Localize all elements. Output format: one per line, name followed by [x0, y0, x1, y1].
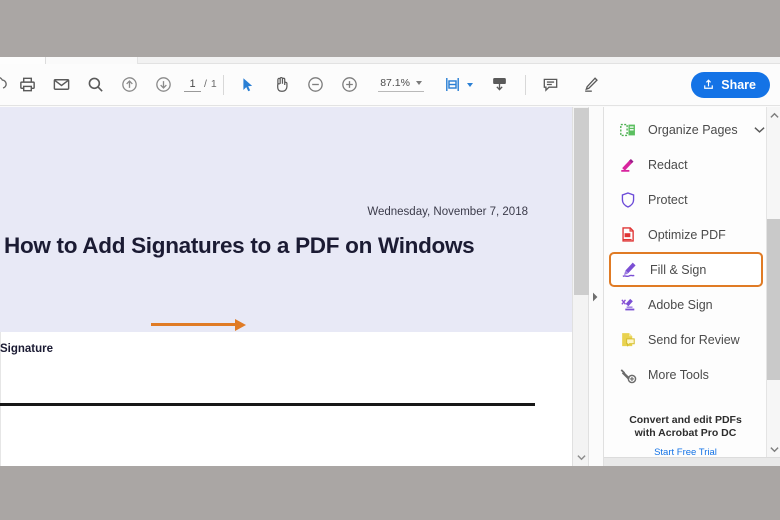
protect-shield-icon [618, 190, 637, 209]
zoom-in-icon[interactable] [332, 68, 366, 102]
scroll-down-arrow-icon[interactable] [767, 443, 780, 456]
sidebar-item-label: Optimize PDF [648, 227, 726, 242]
print-icon[interactable] [10, 68, 44, 102]
adobe-sign-icon [618, 295, 637, 314]
sidebar-item-label: Organize Pages [648, 122, 738, 137]
scrollbar-thumb[interactable] [574, 108, 589, 295]
tools-sidebar: Organize Pages Redact Protect Optimize P… [603, 107, 780, 466]
save-cloud-icon[interactable] [0, 68, 10, 102]
desktop-background-top [0, 0, 780, 57]
scroll-down-arrow-icon[interactable] [573, 450, 590, 464]
sidebar-item-adobe-sign[interactable]: Adobe Sign [604, 287, 767, 322]
fill-and-sign-icon [620, 260, 639, 279]
signature-line [0, 403, 535, 406]
promo-line-2: with Acrobat Pro DC [634, 427, 737, 439]
sidebar-vertical-scrollbar[interactable] [766, 107, 780, 466]
upsell-promo: Convert and edit PDFs with Acrobat Pro D… [604, 414, 767, 458]
annotation-arrow-shaft [151, 323, 237, 326]
share-button[interactable]: Share [691, 71, 770, 98]
comment-icon[interactable] [534, 68, 568, 102]
tab-inactive[interactable] [46, 57, 138, 64]
download-icon[interactable] [483, 68, 517, 102]
toolbar-divider-2 [524, 74, 526, 95]
email-icon[interactable] [44, 68, 78, 102]
organize-pages-icon [618, 120, 637, 139]
tab-active[interactable] [0, 57, 46, 64]
tab-strip [0, 57, 780, 64]
document-viewport[interactable]: Wednesday, November 7, 2018 How to Add S… [0, 107, 572, 466]
sidebar-item-organize-pages[interactable]: Organize Pages [604, 112, 767, 147]
hand-tool-icon[interactable] [264, 68, 298, 102]
page-current-value[interactable]: 1 [184, 78, 201, 92]
pdf-page: Wednesday, November 7, 2018 How to Add S… [0, 107, 572, 466]
page-number-field[interactable]: 1 / 1 [184, 78, 217, 92]
send-for-review-icon [618, 330, 637, 349]
promo-line-1: Convert and edit PDFs [629, 414, 742, 426]
signature-field-label: Signature [0, 343, 54, 355]
zoom-level-value[interactable]: 87.1% [380, 77, 410, 89]
sidebar-item-label: Redact [648, 157, 688, 172]
zoom-level-field[interactable]: 87.1% [378, 77, 424, 92]
search-icon[interactable] [78, 68, 112, 102]
sidebar-item-more-tools[interactable]: More Tools [604, 357, 767, 392]
document-title: How to Add Signatures to a PDF on Window… [4, 233, 475, 258]
chevron-down-icon[interactable] [754, 121, 765, 139]
fit-page-chevron-icon[interactable] [466, 82, 473, 87]
sidebar-item-label: Protect [648, 192, 688, 207]
more-tools-wrench-icon [618, 365, 637, 384]
chevron-down-icon[interactable] [415, 81, 422, 85]
sidebar-item-label: Fill & Sign [650, 262, 707, 277]
sidebar-footer-bar [604, 457, 780, 466]
screenshot-root: 1 / 1 87.1% Share Wednesday, November 7,… [0, 0, 780, 520]
sidebar-item-send-for-review[interactable]: Send for Review [604, 322, 767, 357]
document-vertical-scrollbar[interactable] [572, 107, 589, 466]
document-header-band [0, 107, 572, 332]
next-page-icon[interactable] [146, 68, 180, 102]
redact-icon [618, 155, 637, 174]
page-total-label: / 1 [204, 77, 218, 90]
sidebar-item-label: Send for Review [648, 332, 740, 347]
sidebar-item-label: More Tools [648, 367, 709, 382]
previous-page-icon[interactable] [112, 68, 146, 102]
sidebar-item-optimize-pdf[interactable]: Optimize PDF [604, 217, 767, 252]
collapse-panel-arrow-icon[interactable] [589, 287, 602, 307]
sidebar-item-redact[interactable]: Redact [604, 147, 767, 182]
sidebar-item-fill-and-sign[interactable]: Fill & Sign [609, 252, 763, 287]
sidebar-item-label: Adobe Sign [648, 297, 713, 312]
highlight-pen-icon[interactable] [574, 68, 608, 102]
document-date: Wednesday, November 7, 2018 [367, 206, 528, 218]
share-upload-icon [704, 79, 714, 89]
scroll-up-arrow-icon[interactable] [767, 109, 780, 122]
optimize-pdf-icon [618, 225, 637, 244]
share-button-label: Share [721, 77, 756, 92]
zoom-out-icon[interactable] [298, 68, 332, 102]
toolbar-divider-1 [223, 74, 225, 95]
annotation-arrow-head [235, 319, 246, 331]
select-tool-icon[interactable] [230, 68, 264, 102]
fit-page-icon[interactable] [436, 68, 470, 102]
tools-list: Organize Pages Redact Protect Optimize P… [604, 107, 767, 392]
sidebar-item-protect[interactable]: Protect [604, 182, 767, 217]
main-toolbar: 1 / 1 87.1% Share [0, 64, 780, 106]
acrobat-window: 1 / 1 87.1% Share Wednesday, November 7,… [0, 57, 780, 466]
desktop-background-bottom [0, 466, 780, 520]
sidebar-scrollbar-thumb[interactable] [767, 219, 780, 380]
